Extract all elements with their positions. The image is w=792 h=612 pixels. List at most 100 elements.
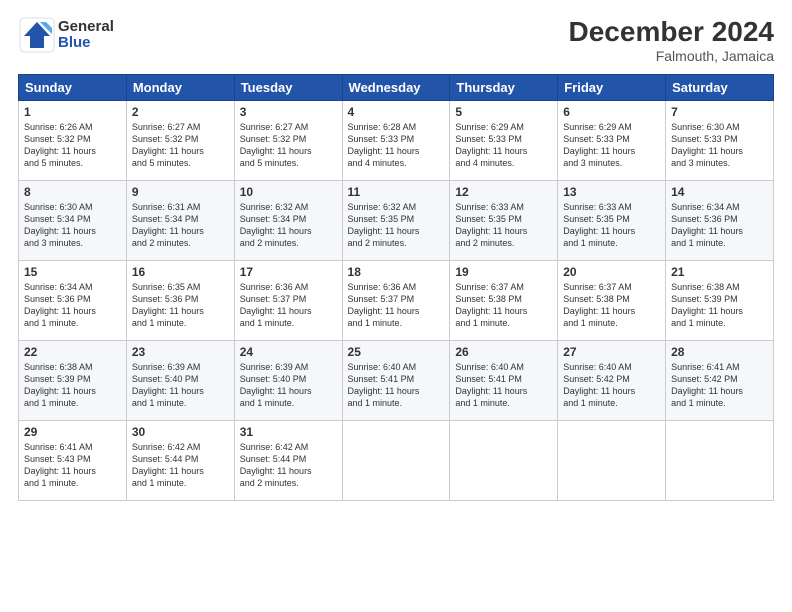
cell-sun-info: Sunrise: 6:33 AM Sunset: 5:35 PM Dayligh… <box>563 201 660 250</box>
cell-sun-info: Sunrise: 6:41 AM Sunset: 5:43 PM Dayligh… <box>24 441 121 490</box>
cell-sun-info: Sunrise: 6:35 AM Sunset: 5:36 PM Dayligh… <box>132 281 229 330</box>
day-number: 8 <box>24 185 121 199</box>
calendar-cell: 13Sunrise: 6:33 AM Sunset: 5:35 PM Dayli… <box>558 181 666 261</box>
day-number: 11 <box>348 185 445 199</box>
day-number: 24 <box>240 345 337 359</box>
calendar-week-5: 29 Sunrise: 6:41 AM Sunset: 5:43 PM Dayli… <box>19 421 774 501</box>
page: General Blue December 2024 Falmouth, Jam… <box>0 0 792 612</box>
calendar-cell: 29 Sunrise: 6:41 AM Sunset: 5:43 PM Dayli… <box>19 421 127 501</box>
day-number: 3 <box>240 105 337 119</box>
col-monday: Monday <box>126 75 234 101</box>
location: Falmouth, Jamaica <box>569 48 774 64</box>
calendar-cell: 25 Sunrise: 6:40 AM Sunset: 5:41 PM Dayli… <box>342 341 450 421</box>
cell-sun-info: Sunrise: 6:38 AM Sunset: 5:39 PM Dayligh… <box>24 361 121 410</box>
cell-sun-info: Sunrise: 6:27 AM Sunset: 5:32 PM Dayligh… <box>132 121 229 170</box>
day-number: 20 <box>563 265 660 279</box>
day-number: 9 <box>132 185 229 199</box>
day-number: 19 <box>455 265 552 279</box>
title-block: December 2024 Falmouth, Jamaica <box>569 16 774 64</box>
day-number: 12 <box>455 185 552 199</box>
cell-sun-info: Sunrise: 6:37 AM Sunset: 5:38 PM Dayligh… <box>455 281 552 330</box>
cell-sun-info: Sunrise: 6:27 AM Sunset: 5:32 PM Dayligh… <box>240 121 337 170</box>
calendar-cell: 22 Sunrise: 6:38 AM Sunset: 5:39 PM Dayli… <box>19 341 127 421</box>
calendar-week-2: 8 Sunrise: 6:30 AM Sunset: 5:34 PM Daylig… <box>19 181 774 261</box>
calendar-cell: 24 Sunrise: 6:39 AM Sunset: 5:40 PM Dayli… <box>234 341 342 421</box>
cell-sun-info: Sunrise: 6:28 AM Sunset: 5:33 PM Dayligh… <box>348 121 445 170</box>
cell-sun-info: Sunrise: 6:38 AM Sunset: 5:39 PM Dayligh… <box>671 281 768 330</box>
logo-general-text: General <box>58 19 114 36</box>
col-tuesday: Tuesday <box>234 75 342 101</box>
calendar-cell: 12 Sunrise: 6:33 AM Sunset: 5:35 PM Dayli… <box>450 181 558 261</box>
calendar-cell: 27Sunrise: 6:40 AM Sunset: 5:42 PM Dayli… <box>558 341 666 421</box>
day-number: 29 <box>24 425 121 439</box>
calendar-cell: 30Sunrise: 6:42 AM Sunset: 5:44 PM Dayli… <box>126 421 234 501</box>
day-number: 10 <box>240 185 337 199</box>
calendar-cell: 21 Sunrise: 6:38 AM Sunset: 5:39 PM Dayli… <box>666 261 774 341</box>
day-number: 31 <box>240 425 337 439</box>
day-number: 18 <box>348 265 445 279</box>
logo-icon <box>18 16 56 54</box>
day-number: 22 <box>24 345 121 359</box>
calendar-cell: 15 Sunrise: 6:34 AM Sunset: 5:36 PM Dayli… <box>19 261 127 341</box>
calendar-cell: 4 Sunrise: 6:28 AM Sunset: 5:33 PM Daylig… <box>342 101 450 181</box>
cell-sun-info: Sunrise: 6:29 AM Sunset: 5:33 PM Dayligh… <box>455 121 552 170</box>
calendar-week-4: 22 Sunrise: 6:38 AM Sunset: 5:39 PM Dayli… <box>19 341 774 421</box>
day-number: 23 <box>132 345 229 359</box>
header: General Blue December 2024 Falmouth, Jam… <box>18 16 774 64</box>
cell-sun-info: Sunrise: 6:30 AM Sunset: 5:34 PM Dayligh… <box>24 201 121 250</box>
calendar-table: Sunday Monday Tuesday Wednesday Thursday… <box>18 74 774 501</box>
calendar-cell <box>342 421 450 501</box>
calendar-cell <box>450 421 558 501</box>
day-number: 14 <box>671 185 768 199</box>
calendar-cell: 16 Sunrise: 6:35 AM Sunset: 5:36 PM Dayli… <box>126 261 234 341</box>
col-wednesday: Wednesday <box>342 75 450 101</box>
calendar-cell: 3 Sunrise: 6:27 AM Sunset: 5:32 PM Daylig… <box>234 101 342 181</box>
logo: General Blue <box>18 16 114 54</box>
day-number: 28 <box>671 345 768 359</box>
calendar-cell: 23Sunrise: 6:39 AM Sunset: 5:40 PM Dayli… <box>126 341 234 421</box>
calendar-cell: 20 Sunrise: 6:37 AM Sunset: 5:38 PM Dayli… <box>558 261 666 341</box>
col-thursday: Thursday <box>450 75 558 101</box>
calendar-header-row: Sunday Monday Tuesday Wednesday Thursday… <box>19 75 774 101</box>
day-number: 1 <box>24 105 121 119</box>
cell-sun-info: Sunrise: 6:34 AM Sunset: 5:36 PM Dayligh… <box>24 281 121 330</box>
cell-sun-info: Sunrise: 6:31 AM Sunset: 5:34 PM Dayligh… <box>132 201 229 250</box>
calendar-cell: 26 Sunrise: 6:40 AM Sunset: 5:41 PM Dayli… <box>450 341 558 421</box>
cell-sun-info: Sunrise: 6:29 AM Sunset: 5:33 PM Dayligh… <box>563 121 660 170</box>
cell-sun-info: Sunrise: 6:36 AM Sunset: 5:37 PM Dayligh… <box>240 281 337 330</box>
cell-sun-info: Sunrise: 6:37 AM Sunset: 5:38 PM Dayligh… <box>563 281 660 330</box>
cell-sun-info: Sunrise: 6:33 AM Sunset: 5:35 PM Dayligh… <box>455 201 552 250</box>
day-number: 5 <box>455 105 552 119</box>
month-year: December 2024 <box>569 16 774 48</box>
cell-sun-info: Sunrise: 6:26 AM Sunset: 5:32 PM Dayligh… <box>24 121 121 170</box>
day-number: 26 <box>455 345 552 359</box>
calendar-week-3: 15 Sunrise: 6:34 AM Sunset: 5:36 PM Dayli… <box>19 261 774 341</box>
calendar-cell <box>558 421 666 501</box>
cell-sun-info: Sunrise: 6:30 AM Sunset: 5:33 PM Dayligh… <box>671 121 768 170</box>
calendar-cell: 11 Sunrise: 6:32 AM Sunset: 5:35 PM Dayli… <box>342 181 450 261</box>
calendar-cell: 18 Sunrise: 6:36 AM Sunset: 5:37 PM Dayli… <box>342 261 450 341</box>
cell-sun-info: Sunrise: 6:34 AM Sunset: 5:36 PM Dayligh… <box>671 201 768 250</box>
day-number: 21 <box>671 265 768 279</box>
cell-sun-info: Sunrise: 6:40 AM Sunset: 5:41 PM Dayligh… <box>348 361 445 410</box>
day-number: 7 <box>671 105 768 119</box>
day-number: 16 <box>132 265 229 279</box>
calendar-cell: 1 Sunrise: 6:26 AM Sunset: 5:32 PM Daylig… <box>19 101 127 181</box>
day-number: 15 <box>24 265 121 279</box>
calendar-cell: 17Sunrise: 6:36 AM Sunset: 5:37 PM Dayli… <box>234 261 342 341</box>
calendar-cell: 14 Sunrise: 6:34 AM Sunset: 5:36 PM Dayli… <box>666 181 774 261</box>
calendar-cell: 31 Sunrise: 6:42 AM Sunset: 5:44 PM Dayli… <box>234 421 342 501</box>
calendar-cell: 8 Sunrise: 6:30 AM Sunset: 5:34 PM Daylig… <box>19 181 127 261</box>
calendar-cell: 19 Sunrise: 6:37 AM Sunset: 5:38 PM Dayli… <box>450 261 558 341</box>
day-number: 4 <box>348 105 445 119</box>
day-number: 2 <box>132 105 229 119</box>
cell-sun-info: Sunrise: 6:40 AM Sunset: 5:41 PM Dayligh… <box>455 361 552 410</box>
cell-sun-info: Sunrise: 6:42 AM Sunset: 5:44 PM Dayligh… <box>240 441 337 490</box>
cell-sun-info: Sunrise: 6:32 AM Sunset: 5:35 PM Dayligh… <box>348 201 445 250</box>
cell-sun-info: Sunrise: 6:36 AM Sunset: 5:37 PM Dayligh… <box>348 281 445 330</box>
cell-sun-info: Sunrise: 6:41 AM Sunset: 5:42 PM Dayligh… <box>671 361 768 410</box>
day-number: 25 <box>348 345 445 359</box>
cell-sun-info: Sunrise: 6:39 AM Sunset: 5:40 PM Dayligh… <box>240 361 337 410</box>
calendar-cell: 7 Sunrise: 6:30 AM Sunset: 5:33 PM Daylig… <box>666 101 774 181</box>
logo-blue-text: Blue <box>58 35 114 52</box>
